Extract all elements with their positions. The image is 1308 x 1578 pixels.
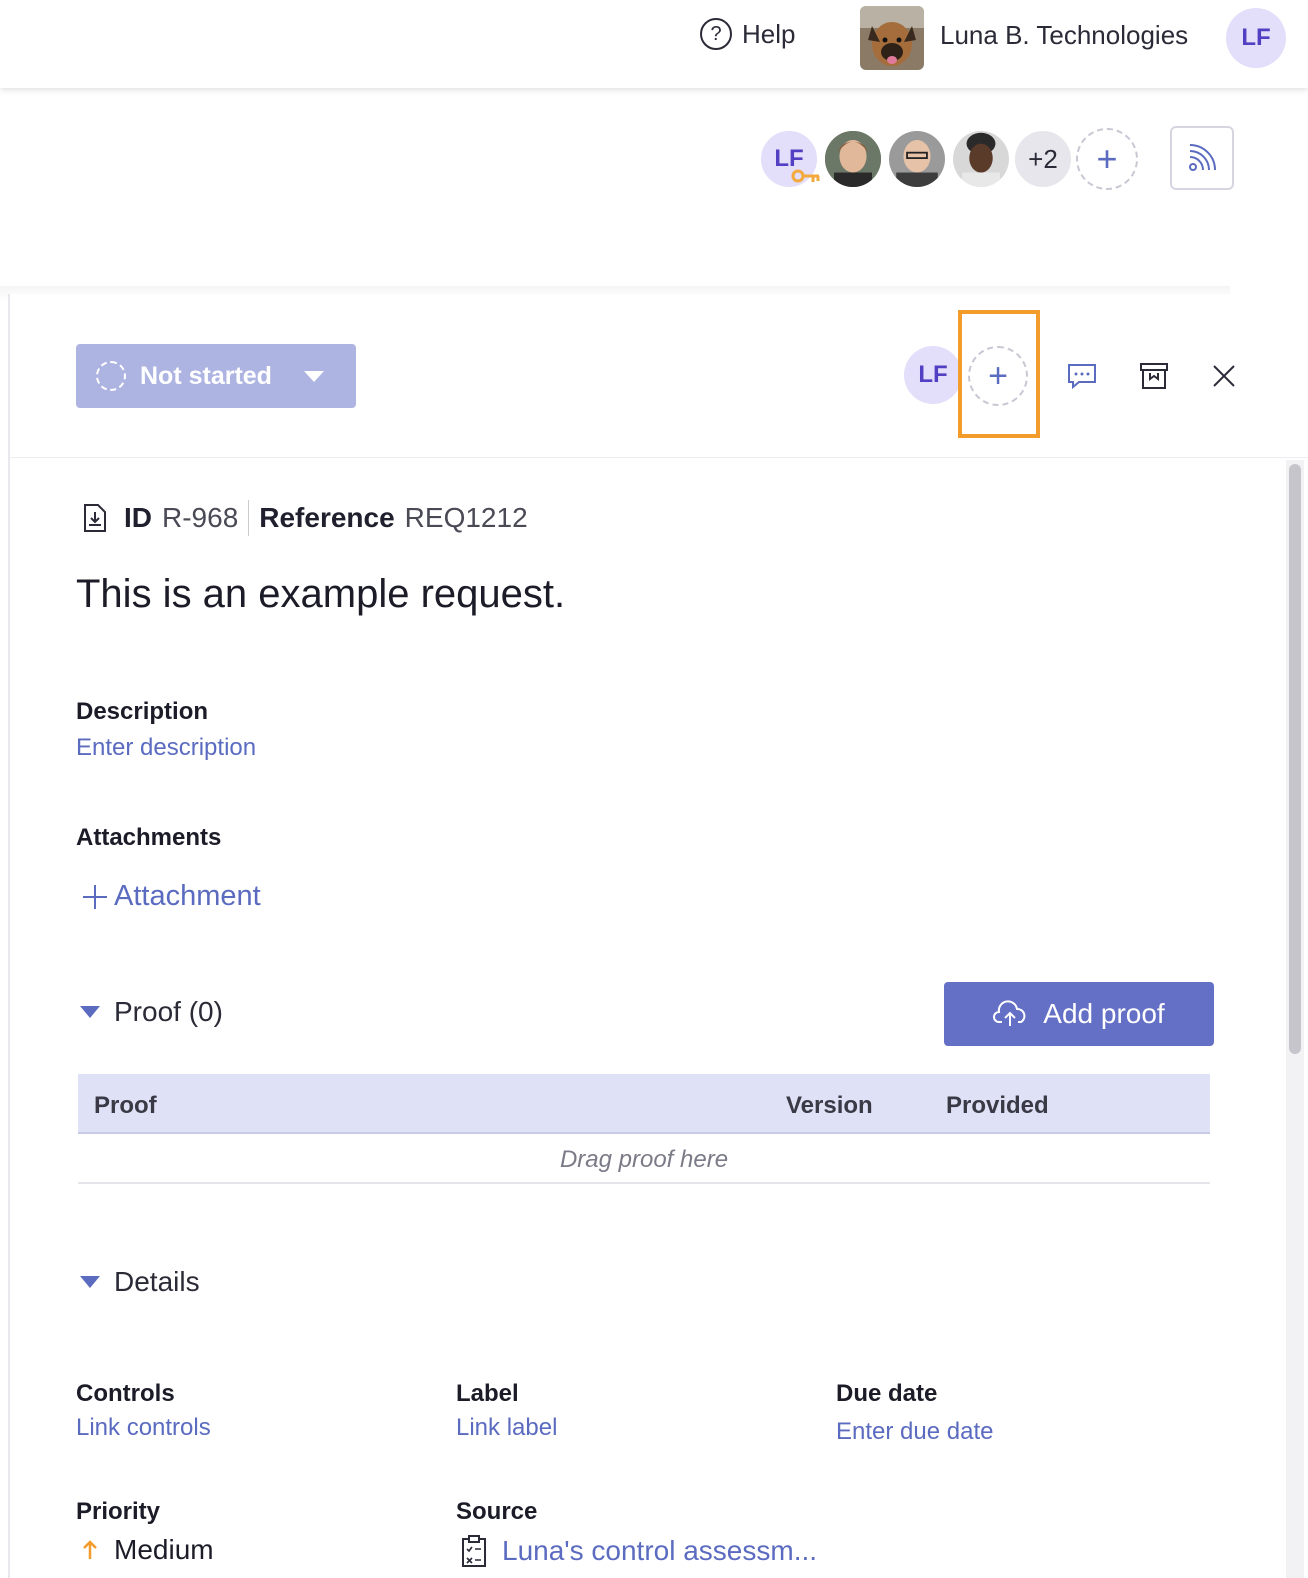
divider [248, 500, 250, 536]
request-id-row: ID R-968 Reference REQ1212 [80, 500, 528, 536]
help-label: Help [742, 18, 796, 49]
comment-icon[interactable] [1066, 360, 1098, 392]
link-label-link[interactable]: Link label [456, 1414, 557, 1442]
add-proof-button[interactable]: Add proof [944, 982, 1214, 1046]
attachments-label: Attachments [76, 824, 222, 851]
proof-table-header: Proof Version Provided [78, 1074, 1210, 1134]
status-ring-icon [96, 361, 126, 391]
collaborator-owner-avatar[interactable]: LF [758, 128, 820, 190]
help-link[interactable]: ? Help [700, 18, 795, 50]
due-date-input[interactable]: Enter due date [836, 1418, 993, 1446]
source-label: Source [456, 1498, 538, 1525]
priority-label: Priority [76, 1498, 161, 1525]
column-header-version[interactable]: Version [786, 1092, 873, 1120]
rss-icon [1189, 144, 1216, 171]
arrow-up-icon [83, 1540, 97, 1559]
add-proof-label: Add proof [1043, 998, 1165, 1029]
question-circle-icon: ? [700, 18, 732, 50]
subscribe-button[interactable] [1170, 126, 1234, 190]
assignee-avatar[interactable]: LF [904, 346, 962, 404]
archive-icon[interactable] [1138, 360, 1170, 392]
column-header-provided[interactable]: Provided [946, 1092, 1049, 1120]
column-header-proof[interactable]: Proof [94, 1092, 157, 1120]
request-panel: Not started LF + ID R-968 Reference REQ1… [8, 294, 1308, 1578]
id-label: ID [124, 502, 152, 533]
reference-label: Reference [259, 502, 395, 533]
details-section-toggle[interactable]: Details [80, 1266, 200, 1298]
top-bar: ? Help Luna B. Technologies LF [0, 0, 1308, 88]
id-value: R-968 [162, 502, 239, 533]
request-inbox-icon [84, 504, 106, 532]
highlight-box [958, 310, 1040, 438]
due-date-label: Due date [836, 1380, 938, 1407]
collaborator-avatar[interactable] [822, 128, 884, 190]
reference-value: REQ1212 [404, 502, 528, 533]
plus-icon [83, 884, 107, 909]
add-collaborator-button[interactable]: + [1076, 128, 1138, 190]
controls-label: Controls [76, 1380, 175, 1407]
label-label: Label [456, 1380, 519, 1407]
user-avatar[interactable]: LF [1226, 8, 1286, 68]
proof-drop-zone[interactable]: Drag proof here [78, 1134, 1210, 1184]
proof-section-title: Proof (0) [114, 996, 223, 1027]
description-input[interactable]: Enter description [76, 734, 256, 762]
attachment-link-label: Attachment [114, 880, 261, 912]
close-icon[interactable] [1208, 360, 1240, 392]
scrollbar-thumb[interactable] [1289, 464, 1301, 1054]
collaborator-avatar[interactable] [886, 128, 948, 190]
chevron-down-icon [303, 370, 324, 382]
collaborator-avatar[interactable] [950, 128, 1012, 190]
cloud-upload-icon [993, 1000, 1026, 1026]
more-collaborators-badge[interactable]: +2 [1012, 128, 1074, 190]
source-link[interactable]: Luna's control assessm... [460, 1534, 817, 1568]
link-controls-link[interactable]: Link controls [76, 1414, 211, 1442]
scrollbar[interactable] [1286, 460, 1304, 1578]
org-name[interactable]: Luna B. Technologies [940, 20, 1188, 51]
caret-down-icon [80, 1276, 100, 1288]
clipboard-checklist-icon [462, 1535, 486, 1567]
add-attachment-link[interactable]: Attachment [82, 880, 261, 913]
source-value: Luna's control assessm... [502, 1535, 818, 1566]
priority-value: Medium [114, 1534, 214, 1565]
org-avatar-photo[interactable] [860, 6, 924, 70]
description-label: Description [76, 698, 209, 725]
panel-header: Not started LF + [10, 294, 1308, 458]
priority-selector[interactable]: Medium [82, 1534, 214, 1566]
status-dropdown[interactable]: Not started [76, 344, 356, 408]
status-label: Not started [140, 361, 272, 390]
request-title[interactable]: This is an example request. [76, 572, 565, 617]
caret-down-icon [80, 1006, 100, 1018]
key-icon [791, 169, 820, 183]
details-section-title: Details [114, 1266, 200, 1297]
proof-section-toggle[interactable]: Proof (0) [80, 996, 223, 1028]
proof-table: Proof Version Provided Drag proof here [78, 1074, 1210, 1184]
